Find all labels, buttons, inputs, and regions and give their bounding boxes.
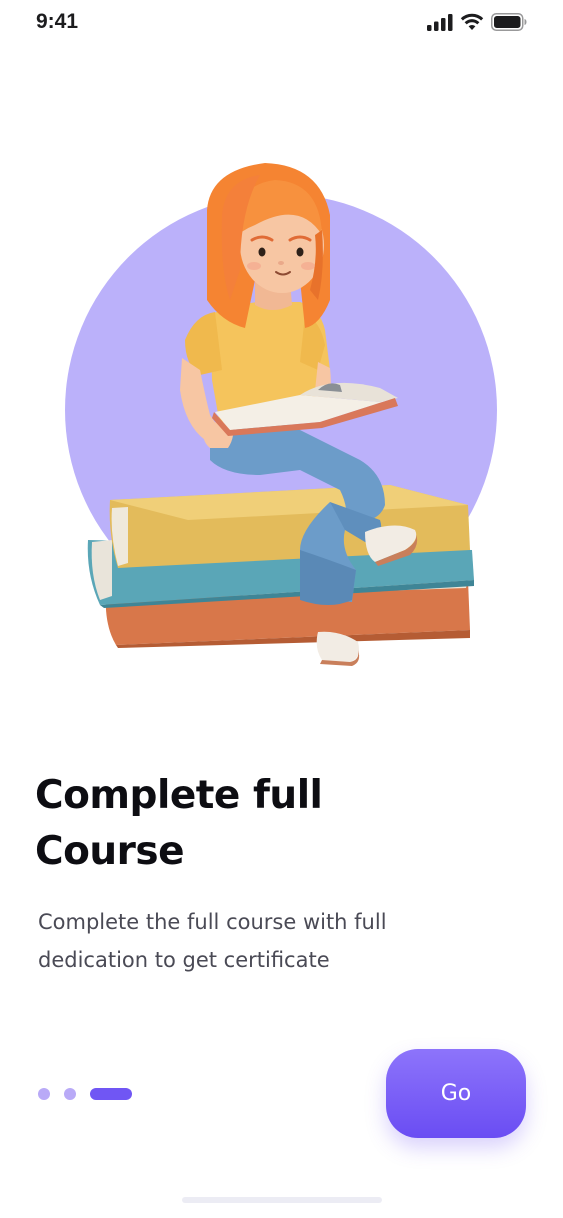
description-line-1: Complete the full course with full [38,910,387,934]
onboarding-description: Complete the full course with full dedic… [38,903,458,979]
page-indicator [38,1088,132,1100]
status-icons [427,13,527,31]
go-button[interactable]: Go [386,1049,526,1138]
battery-icon [491,13,527,31]
home-indicator [182,1197,382,1203]
page-dot-3-active[interactable] [90,1088,132,1100]
status-bar: 9:41 [0,0,563,50]
hero-illustration [0,130,563,690]
page-dot-1[interactable] [38,1088,50,1100]
cellular-signal-icon [427,13,453,31]
girl-reading-on-books-illustration [65,163,497,666]
description-line-2: dedication to get certificate [38,948,330,972]
wifi-icon [460,13,484,31]
title-line-1: Complete full [35,773,323,818]
onboarding-title: Complete full Course [35,768,515,880]
title-line-2: Course [35,829,185,874]
status-time: 9:41 [36,10,79,33]
page-dot-2[interactable] [64,1088,76,1100]
